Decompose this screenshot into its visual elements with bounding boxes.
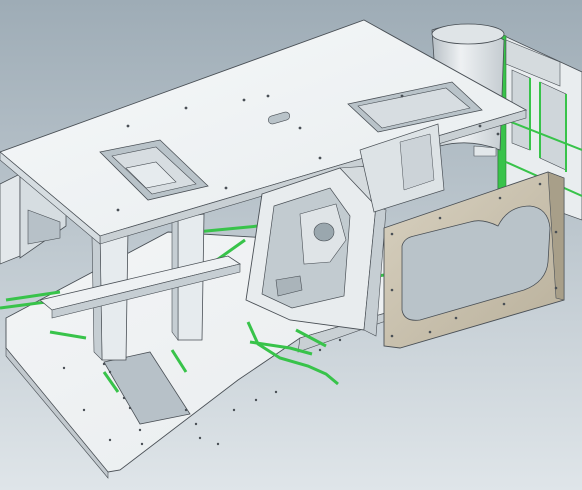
- cad-viewport[interactable]: [0, 0, 582, 490]
- cad-assembly-scene: [0, 0, 582, 490]
